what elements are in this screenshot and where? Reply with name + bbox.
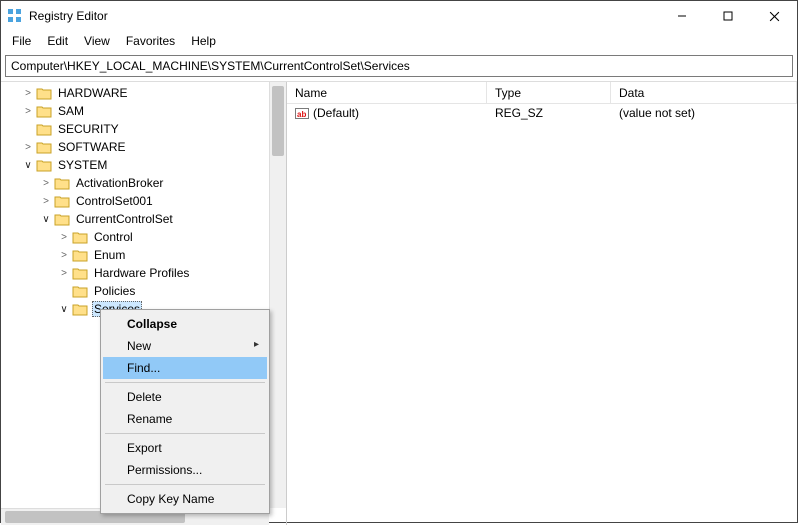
folder-icon [72,302,88,316]
expand-icon[interactable]: > [21,142,35,153]
menu-item-new[interactable]: New [103,335,267,357]
menu-separator [105,433,265,434]
tree-item-enum[interactable]: > Enum [1,246,286,264]
tree-item-sam[interactable]: > SAM [1,102,286,120]
tree-label: Control [92,230,135,244]
tree-label: ControlSet001 [74,194,155,208]
value-name: (Default) [313,106,359,120]
menu-file[interactable]: File [5,33,38,49]
expand-icon[interactable]: > [39,196,53,207]
folder-icon [36,158,52,172]
values-pane: Name Type Data ab (Default) REG_SZ (valu… [287,82,797,525]
menu-item-copy-key-name[interactable]: Copy Key Name [103,488,267,510]
column-header-name[interactable]: Name [287,82,487,103]
expand-icon[interactable]: > [39,178,53,189]
folder-icon [72,266,88,280]
string-value-icon: ab [295,106,309,120]
tree-item-controlset001[interactable]: > ControlSet001 [1,192,286,210]
minimize-button[interactable] [659,1,705,31]
tree-label: ActivationBroker [74,176,165,190]
close-button[interactable] [751,1,797,31]
value-row[interactable]: ab (Default) REG_SZ (value not set) [287,104,797,122]
expand-icon [57,286,71,297]
menu-item-find[interactable]: Find... [103,357,267,379]
tree-label: SECURITY [56,122,121,136]
menu-item-collapse[interactable]: Collapse [103,313,267,335]
folder-icon [36,122,52,136]
tree-label: SAM [56,104,86,118]
tree-vertical-scrollbar[interactable] [269,82,286,508]
menu-separator [105,382,265,383]
collapse-icon[interactable]: ∨ [39,214,53,225]
column-header-type[interactable]: Type [487,82,611,103]
tree-item-currentcontrolset[interactable]: ∨ CurrentControlSet [1,210,286,228]
values-header: Name Type Data [287,82,797,104]
menu-item-export[interactable]: Export [103,437,267,459]
titlebar: Registry Editor [1,1,797,31]
folder-icon [54,212,70,226]
value-type: REG_SZ [487,106,611,120]
tree-label: Policies [92,284,137,298]
tree-item-hardware-profiles[interactable]: > Hardware Profiles [1,264,286,282]
tree-label: Enum [92,248,127,262]
expand-icon[interactable]: > [57,250,71,261]
tree-label: SYSTEM [56,158,109,172]
menu-favorites[interactable]: Favorites [119,33,182,49]
tree-label: SOFTWARE [56,140,128,154]
menu-separator [105,484,265,485]
tree-item-software[interactable]: > SOFTWARE [1,138,286,156]
collapse-icon[interactable]: ∨ [21,160,35,171]
svg-text:ab: ab [297,110,306,119]
menubar: File Edit View Favorites Help [1,31,797,51]
folder-icon [36,86,52,100]
folder-icon [54,194,70,208]
tree-item-activationbroker[interactable]: > ActivationBroker [1,174,286,192]
folder-icon [72,230,88,244]
menu-item-rename[interactable]: Rename [103,408,267,430]
context-menu: Collapse New Find... Delete Rename Expor… [100,309,270,514]
tree-label: Hardware Profiles [92,266,191,280]
collapse-icon[interactable]: ∨ [57,304,71,315]
tree-item-system[interactable]: ∨ SYSTEM [1,156,286,174]
menu-view[interactable]: View [77,33,117,49]
expand-icon [21,124,35,135]
tree-item-hardware[interactable]: > HARDWARE [1,84,286,102]
tree-item-security[interactable]: SECURITY [1,120,286,138]
tree-item-control[interactable]: > Control [1,228,286,246]
menu-item-delete[interactable]: Delete [103,386,267,408]
folder-icon [36,104,52,118]
folder-icon [54,176,70,190]
tree-label: HARDWARE [56,86,130,100]
folder-icon [36,140,52,154]
regedit-icon [7,8,23,24]
window-controls [659,1,797,31]
expand-icon[interactable]: > [57,268,71,279]
value-data: (value not set) [611,106,797,120]
tree-label: CurrentControlSet [74,212,175,226]
window-title: Registry Editor [29,9,108,23]
folder-icon [72,284,88,298]
maximize-button[interactable] [705,1,751,31]
menu-item-permissions[interactable]: Permissions... [103,459,267,481]
address-bar[interactable]: Computer\HKEY_LOCAL_MACHINE\SYSTEM\Curre… [5,55,793,77]
expand-icon[interactable]: > [57,232,71,243]
folder-icon [72,248,88,262]
column-header-data[interactable]: Data [611,82,797,103]
expand-icon[interactable]: > [21,106,35,117]
menu-help[interactable]: Help [184,33,223,49]
expand-icon[interactable]: > [21,88,35,99]
scrollbar-thumb[interactable] [272,86,284,156]
tree-item-policies[interactable]: Policies [1,282,286,300]
menu-edit[interactable]: Edit [40,33,75,49]
